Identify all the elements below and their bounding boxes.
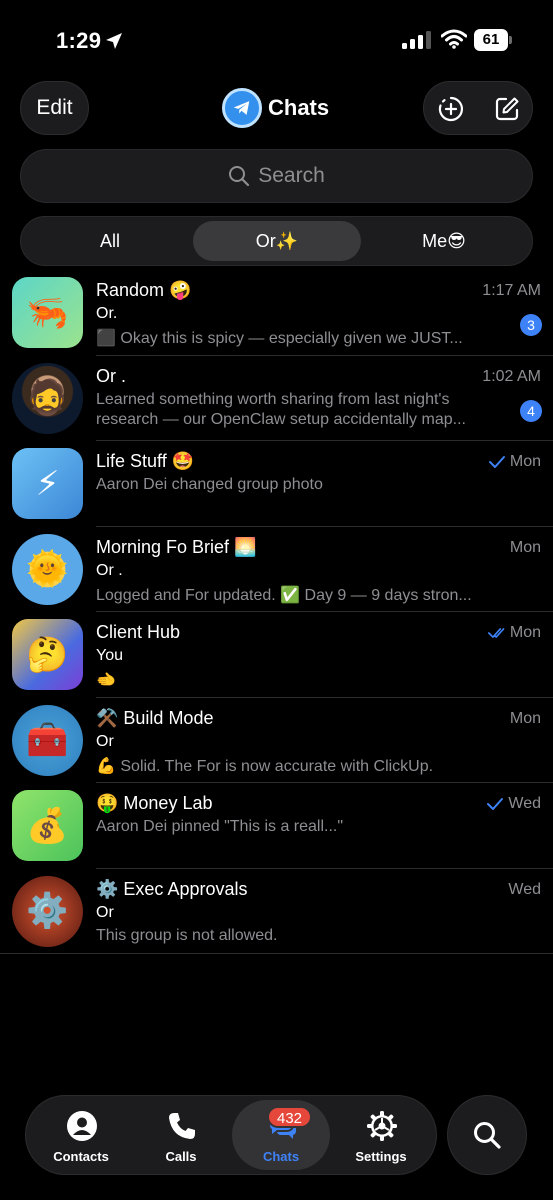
- chat-time-text: Mon: [509, 624, 541, 641]
- search-icon: [474, 1122, 501, 1149]
- chat-preview: Learned something worth sharing from las…: [96, 390, 466, 428]
- chat-preview: Logged and For updated. ✅ Day 9 — 9 days…: [96, 586, 472, 604]
- chat-time-text: Wed: [508, 795, 541, 812]
- tab-label: Calls: [165, 1149, 197, 1164]
- status-bar: 1:29 61: [0, 0, 553, 80]
- chat-time: Wed: [508, 881, 541, 899]
- chat-name: ⚙️ Exec Approvals: [96, 878, 248, 899]
- chat-name: Morning Fo Brief 🌅: [96, 536, 257, 557]
- chat-name: Random 🤪: [96, 280, 192, 300]
- chat-avatar: 🧰: [12, 704, 83, 776]
- chat-avatar: ⚙️: [12, 875, 83, 947]
- double-check-icon: [487, 628, 505, 638]
- chat-time-text: Mon: [509, 453, 541, 470]
- unread-badge: 4: [520, 399, 542, 422]
- chat-preview: Aaron Dei pinned "This is a reall...": [96, 818, 344, 835]
- edit-button[interactable]: Edit: [20, 81, 89, 135]
- tab-calls[interactable]: Calls: [132, 1100, 230, 1170]
- chat-name: Or .: [96, 365, 126, 386]
- tab-all[interactable]: All: [27, 221, 193, 261]
- tab-label: Chats: [262, 1149, 300, 1164]
- chat-row-morning-brief[interactable]: 🌞 Morning Fo Brief 🌅 Mon Or . Logged and…: [0, 527, 553, 612]
- chat-time-text: Mon: [509, 538, 541, 556]
- read-check-icon: [488, 456, 505, 468]
- search-input[interactable]: Search: [20, 149, 533, 203]
- chat-preview: Aaron Dei changed group photo: [96, 476, 323, 493]
- compose-icon[interactable]: [493, 95, 521, 123]
- read-check-icon: [487, 798, 504, 810]
- new-story-icon[interactable]: [437, 95, 465, 123]
- chat-avatar: 💰: [12, 790, 83, 861]
- location-arrow-icon: [106, 33, 122, 49]
- search-placeholder: Search: [258, 164, 325, 187]
- chat-sender: Or.: [96, 305, 118, 322]
- contacts-icon: [67, 1111, 97, 1141]
- phone-icon: [169, 1113, 195, 1139]
- chat-row-or[interactable]: 🧔 Or . 1:02 AM Learned something worth s…: [0, 356, 553, 441]
- chat-time: Mon: [510, 539, 541, 557]
- chat-time: Wed: [486, 795, 541, 813]
- chat-name: 🤑 Money Lab: [96, 793, 213, 813]
- chat-row-money-lab[interactable]: 💰 🤑 Money Lab Wed Aaron Dei pinned "This…: [0, 783, 553, 869]
- chat-avatar: ⚡: [12, 448, 83, 519]
- chats-unread-badge: 432: [267, 1106, 313, 1128]
- battery-tip: [509, 36, 512, 44]
- unread-badge: 3: [520, 314, 542, 336]
- battery-indicator: 61: [474, 29, 512, 51]
- chat-avatar: 🧔: [12, 362, 83, 434]
- chat-time: Mon: [487, 624, 541, 642]
- page-title: Chats: [268, 95, 330, 120]
- status-time: 1:29: [56, 28, 102, 53]
- chat-time-text: 1:02 AM: [482, 367, 541, 385]
- chat-row-life-stuff[interactable]: ⚡ Life Stuff 🤩 Mon Aaron Dei changed gro…: [0, 441, 553, 527]
- chat-sender: Or .: [96, 561, 123, 579]
- gear-icon: [367, 1111, 397, 1141]
- bottom-tab-bar: Contacts Calls 432 Chats Settings: [25, 1095, 437, 1175]
- chat-row-build-mode[interactable]: 🧰 ⚒️ Build Mode Mon Or 💪 Solid. The For …: [0, 698, 553, 783]
- tab-or[interactable]: Or✨: [193, 221, 361, 261]
- chat-list: 🦐 Random 🤪 1:17 AM Or. ⬛ Okay this is sp…: [0, 270, 553, 954]
- cellular-signal-icon: [402, 31, 431, 49]
- tab-chats[interactable]: 432 Chats: [232, 1100, 330, 1170]
- chat-name: Life Stuff 🤩: [96, 451, 195, 471]
- chat-preview: 💪 Solid. The For is now accurate with Cl…: [96, 757, 434, 775]
- chat-preview: This group is not allowed.: [96, 926, 278, 944]
- chat-sender: Or: [96, 903, 114, 921]
- tab-label: Contacts: [53, 1149, 109, 1164]
- chat-name: ⚒️ Build Mode: [96, 707, 214, 728]
- chat-time-text: 1:17 AM: [482, 282, 541, 299]
- divider: [0, 953, 553, 954]
- wifi-icon: [441, 29, 467, 49]
- chat-time-text: Wed: [508, 880, 541, 898]
- chat-row-random[interactable]: 🦐 Random 🤪 1:17 AM Or. ⬛ Okay this is sp…: [0, 270, 553, 356]
- chat-time: 1:02 AM: [482, 368, 541, 386]
- chat-avatar: 🦐: [12, 277, 83, 348]
- tab-settings[interactable]: Settings: [332, 1100, 430, 1170]
- telegram-logo-icon: [222, 88, 262, 128]
- chat-name: Client Hub: [96, 622, 181, 642]
- folder-tabs: All Or✨ Me😎: [20, 216, 533, 266]
- tab-me[interactable]: Me😎: [361, 221, 527, 261]
- chat-avatar: 🤔: [12, 619, 83, 690]
- chat-sender: Or: [96, 732, 114, 750]
- global-search-button[interactable]: [447, 1095, 527, 1175]
- chat-time: 1:17 AM: [482, 282, 541, 300]
- search-icon: [229, 166, 250, 187]
- chat-preview: 🫲: [96, 672, 116, 689]
- chat-time: Mon: [510, 710, 541, 728]
- chat-row-client-hub[interactable]: 🤔 Client Hub Mon You 🫲: [0, 612, 553, 698]
- header-actions: [423, 81, 533, 135]
- battery-level: 61: [474, 29, 508, 51]
- chat-preview: ⬛ Okay this is spicy — especially given …: [96, 330, 463, 347]
- chat-sender: You: [96, 647, 123, 664]
- chat-time: Mon: [488, 453, 541, 471]
- chat-time-text: Mon: [509, 709, 541, 727]
- chat-row-exec-approvals[interactable]: ⚙️ ⚙️ Exec Approvals Wed Or This group i…: [0, 869, 553, 954]
- header-title: Chats: [222, 88, 329, 128]
- tab-contacts[interactable]: Contacts: [32, 1100, 130, 1170]
- chat-avatar: 🌞: [12, 533, 83, 605]
- tab-label: Settings: [355, 1149, 407, 1164]
